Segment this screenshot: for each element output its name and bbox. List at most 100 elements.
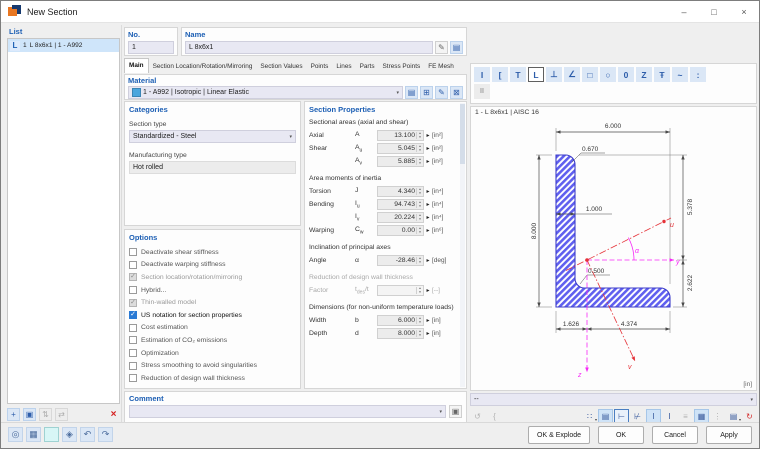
pick-window-icon[interactable]: ◈ <box>62 427 77 442</box>
inverted-t-section-icon[interactable]: ⊥ <box>546 67 562 82</box>
option-deactivate-warping-stiffness[interactable]: Deactivate warping stiffness <box>129 259 296 272</box>
option-us-notation[interactable]: ✓ US notation for section properties <box>129 309 296 322</box>
l-section-icon[interactable]: L <box>528 67 544 82</box>
option-stress-smoothing[interactable]: Stress smoothing to avoid singularities <box>129 359 296 372</box>
grid-display-icon[interactable]: ▦ <box>694 409 709 423</box>
t-section-icon[interactable]: T <box>510 67 526 82</box>
spinner[interactable]: ▴ ▾ <box>416 187 423 195</box>
spinner[interactable]: ▴ ▾ <box>416 256 423 264</box>
property-value-field[interactable]: -28.46 ▴ ▾ <box>377 255 424 266</box>
checkbox[interactable] <box>129 361 137 370</box>
property-value-field[interactable]: 94.743 ▴ ▾ <box>377 199 424 210</box>
hollow-rect-section-icon[interactable]: □ <box>582 67 598 82</box>
tab-section-location[interactable]: Section Location/Rotation/Mirroring <box>149 60 257 73</box>
print-graphic-icon[interactable]: ▤ ▾ <box>726 409 741 423</box>
list-item[interactable]: L 1 L 8x6x1 | 1 - A992 <box>8 39 119 52</box>
points-section-icon[interactable]: : <box>690 67 706 82</box>
property-value-field[interactable]: 5.885 ▴ ▾ <box>377 156 424 167</box>
spinner[interactable]: ▴ ▾ <box>416 329 423 337</box>
z-section-icon[interactable]: Z <box>636 67 652 82</box>
spinner[interactable]: ▴ ▾ <box>416 131 423 139</box>
comment-combobox[interactable]: ▾ <box>129 405 446 418</box>
new-section-button[interactable]: + <box>7 408 20 421</box>
redo-view-icon[interactable]: ↷ <box>98 427 113 442</box>
maximize-button[interactable]: □ <box>699 1 729 22</box>
i-section-icon[interactable]: I <box>474 67 490 82</box>
copy-section-button[interactable]: ▣ <box>23 408 36 421</box>
option-co2-estimation[interactable]: Estimation of CO₂ emissions <box>129 334 296 347</box>
ok-explode-button[interactable]: OK & Explode <box>528 426 590 444</box>
tab-stress-points[interactable]: Stress Points <box>379 60 425 73</box>
detail-arrow-button[interactable]: ▸ <box>424 257 432 264</box>
scrollbar[interactable] <box>460 103 465 387</box>
detail-arrow-button[interactable]: ▸ <box>424 188 432 195</box>
detail-arrow-button[interactable]: ▸ <box>424 214 432 221</box>
section-library-icon[interactable]: ▤ <box>450 41 463 54</box>
channel-section-icon[interactable]: [ <box>492 67 508 82</box>
stress-points-display-icon[interactable]: ⊬ <box>630 409 645 423</box>
detail-arrow-button[interactable]: ▸ <box>424 158 432 165</box>
spinner[interactable]: ▴ ▾ <box>416 226 423 234</box>
undo-view-icon[interactable]: ↶ <box>80 427 95 442</box>
rename-icon[interactable]: ✎ <box>435 41 448 54</box>
render-view-icon[interactable]: ▦ <box>26 427 41 442</box>
checkbox[interactable]: ✓ <box>129 311 137 320</box>
checkbox[interactable] <box>129 336 137 345</box>
checkbox[interactable] <box>129 374 137 383</box>
material-delete-icon[interactable]: ⊠ <box>450 86 463 99</box>
pipe-section-icon[interactable]: ○ <box>600 67 616 82</box>
option-hybrid[interactable]: Hybrid... <box>129 284 296 297</box>
option-optimization[interactable]: Optimization <box>129 347 296 360</box>
apply-button[interactable]: Apply <box>706 426 752 444</box>
spinner[interactable]: ▴ ▾ <box>416 316 423 324</box>
section-name-field[interactable]: L 8x6x1 <box>185 41 433 54</box>
detail-arrow-button[interactable]: ▸ <box>424 227 432 234</box>
property-value-field[interactable]: 6.000 ▴ ▾ <box>377 315 424 326</box>
detail-arrow-button[interactable]: ▸ <box>424 132 432 139</box>
detail-arrow-button[interactable]: ▸ <box>424 145 432 152</box>
property-value-field[interactable]: 0.00 ▴ ▾ <box>377 225 424 236</box>
tab-parts[interactable]: Parts <box>356 60 379 73</box>
property-value-field[interactable]: 20.224 ▴ ▾ <box>377 212 424 223</box>
minimize-button[interactable]: – <box>669 1 699 22</box>
detail-arrow-button[interactable]: ▸ <box>424 317 432 324</box>
material-edit-icon[interactable]: ✎ <box>435 86 448 99</box>
spinner[interactable]: ▴ ▾ <box>416 213 423 221</box>
angle-section-icon[interactable]: ∠ <box>564 67 580 82</box>
dimensions-display-icon[interactable]: ⊢ <box>614 409 629 423</box>
ok-button[interactable]: OK <box>598 426 644 444</box>
corrugated-section-icon[interactable]: ~ <box>672 67 688 82</box>
scrollbar-thumb[interactable] <box>460 104 465 164</box>
points-display-icon[interactable]: ∷ ▾ <box>582 409 597 423</box>
comment-copy-icon[interactable]: ▣ <box>449 405 462 418</box>
aux-dimensions-icon[interactable]: Ι <box>662 409 677 423</box>
option-deactivate-shear-stiffness[interactable]: Deactivate shear stiffness <box>129 246 296 259</box>
tab-main[interactable]: Main <box>124 58 149 73</box>
tab-section-values[interactable]: Section Values <box>256 60 306 73</box>
property-value-field[interactable]: 4.340 ▴ ▾ <box>377 186 424 197</box>
tab-points[interactable]: Points <box>307 60 333 73</box>
material-new-icon[interactable]: ⊞ <box>420 86 433 99</box>
zoom-reset-icon[interactable]: ↻ <box>742 409 757 423</box>
main-dimensions-icon[interactable]: Ι <box>646 409 661 423</box>
spinner[interactable]: ▴ ▾ <box>416 144 423 152</box>
checkbox[interactable] <box>129 248 137 257</box>
property-value-field[interactable]: 5.045 ▴ ▾ <box>377 143 424 154</box>
detail-arrow-button[interactable]: ▸ <box>424 201 432 208</box>
checkbox[interactable] <box>129 260 137 269</box>
graphic-window-icon[interactable]: ▤ <box>598 409 613 423</box>
tab-fe-mesh[interactable]: FE Mesh <box>424 60 458 73</box>
view-combobox[interactable]: -- ▾ <box>470 393 757 406</box>
property-value-field[interactable]: 8.000 ▴ ▾ <box>377 328 424 339</box>
option-cost-estimation[interactable]: Cost estimation <box>129 322 296 335</box>
spinner[interactable]: ▴ ▾ <box>416 200 423 208</box>
checkbox[interactable] <box>129 286 137 295</box>
material-combobox[interactable]: 1 - A992 | Isotropic | Linear Elastic ▾ <box>128 86 403 99</box>
tab-lines[interactable]: Lines <box>332 60 355 73</box>
checkbox[interactable] <box>129 323 137 332</box>
property-value-field[interactable]: 13.100 ▴ ▾ <box>377 130 424 141</box>
spinner[interactable]: ▴ ▾ <box>416 157 423 165</box>
close-button[interactable]: × <box>729 1 759 22</box>
section-number-field[interactable]: 1 <box>128 41 174 54</box>
color-box-icon[interactable] <box>44 427 59 442</box>
